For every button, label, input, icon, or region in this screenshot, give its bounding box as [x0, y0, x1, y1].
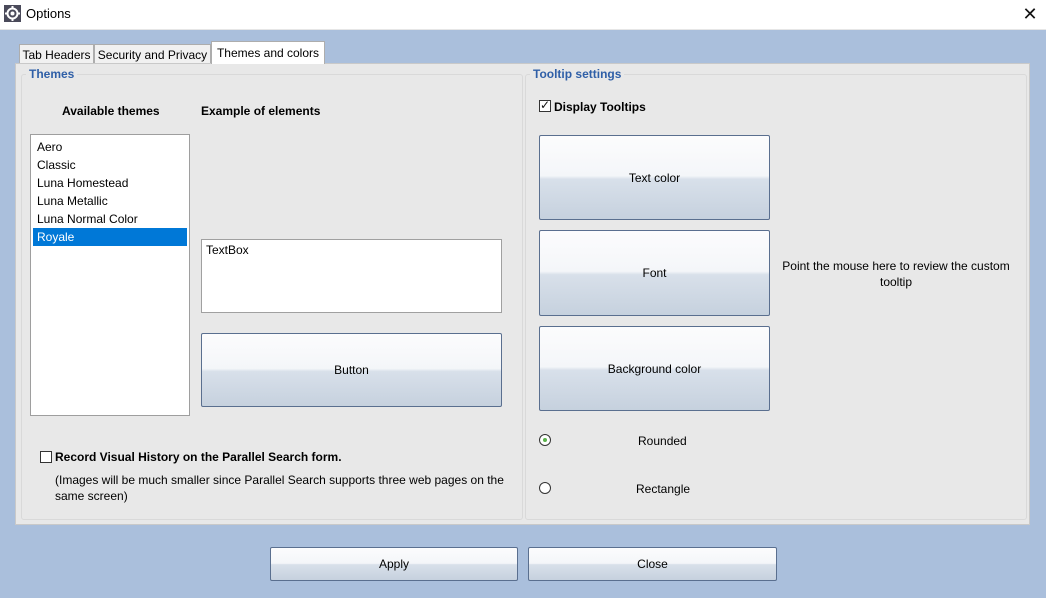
window-title: Options — [26, 6, 71, 21]
example-textbox[interactable]: TextBox — [201, 239, 502, 313]
background-color-button[interactable]: Background color — [539, 326, 770, 411]
font-button[interactable]: Font — [539, 230, 770, 316]
close-icon[interactable]: ✕ — [1018, 2, 1042, 26]
list-item[interactable]: Luna Normal Color — [33, 210, 187, 228]
list-item[interactable]: Luna Homestead — [33, 174, 187, 192]
available-themes-label: Available themes — [62, 104, 160, 118]
themes-group-title: Themes — [26, 67, 78, 81]
close-button[interactable]: Close — [528, 547, 777, 581]
tooltip-preview-area[interactable]: Point the mouse here to review the custo… — [780, 258, 1012, 290]
record-history-checkbox[interactable] — [40, 451, 52, 463]
tab-themes-colors[interactable]: Themes and colors — [211, 41, 325, 64]
apply-button[interactable]: Apply — [270, 547, 518, 581]
tab-headers[interactable]: Tab Headers — [19, 44, 94, 64]
display-tooltips-label: Display Tooltips — [554, 100, 646, 114]
rounded-label: Rounded — [638, 434, 687, 448]
title-bar — [0, 0, 1046, 30]
record-history-label: Record Visual History on the Parallel Se… — [55, 450, 342, 464]
text-color-button[interactable]: Text color — [539, 135, 770, 220]
list-item[interactable]: Aero — [33, 138, 187, 156]
rectangle-radio[interactable] — [539, 482, 551, 494]
tab-security-privacy[interactable]: Security and Privacy — [94, 44, 211, 64]
rounded-radio[interactable] — [539, 434, 551, 446]
tooltip-group-title: Tooltip settings — [530, 67, 625, 81]
list-item[interactable]: Luna Metallic — [33, 192, 187, 210]
example-button[interactable]: Button — [201, 333, 502, 407]
list-item-selected[interactable]: Royale — [33, 228, 187, 246]
rectangle-label: Rectangle — [636, 482, 691, 496]
display-tooltips-checkbox[interactable] — [539, 98, 551, 112]
example-elements-label: Example of elements — [201, 104, 321, 118]
list-item[interactable]: Classic — [33, 156, 187, 174]
record-history-note: (Images will be much smaller since Paral… — [55, 473, 504, 503]
gear-icon — [4, 5, 21, 22]
theme-list[interactable]: Aero Classic Luna Homestead Luna Metalli… — [30, 134, 190, 416]
